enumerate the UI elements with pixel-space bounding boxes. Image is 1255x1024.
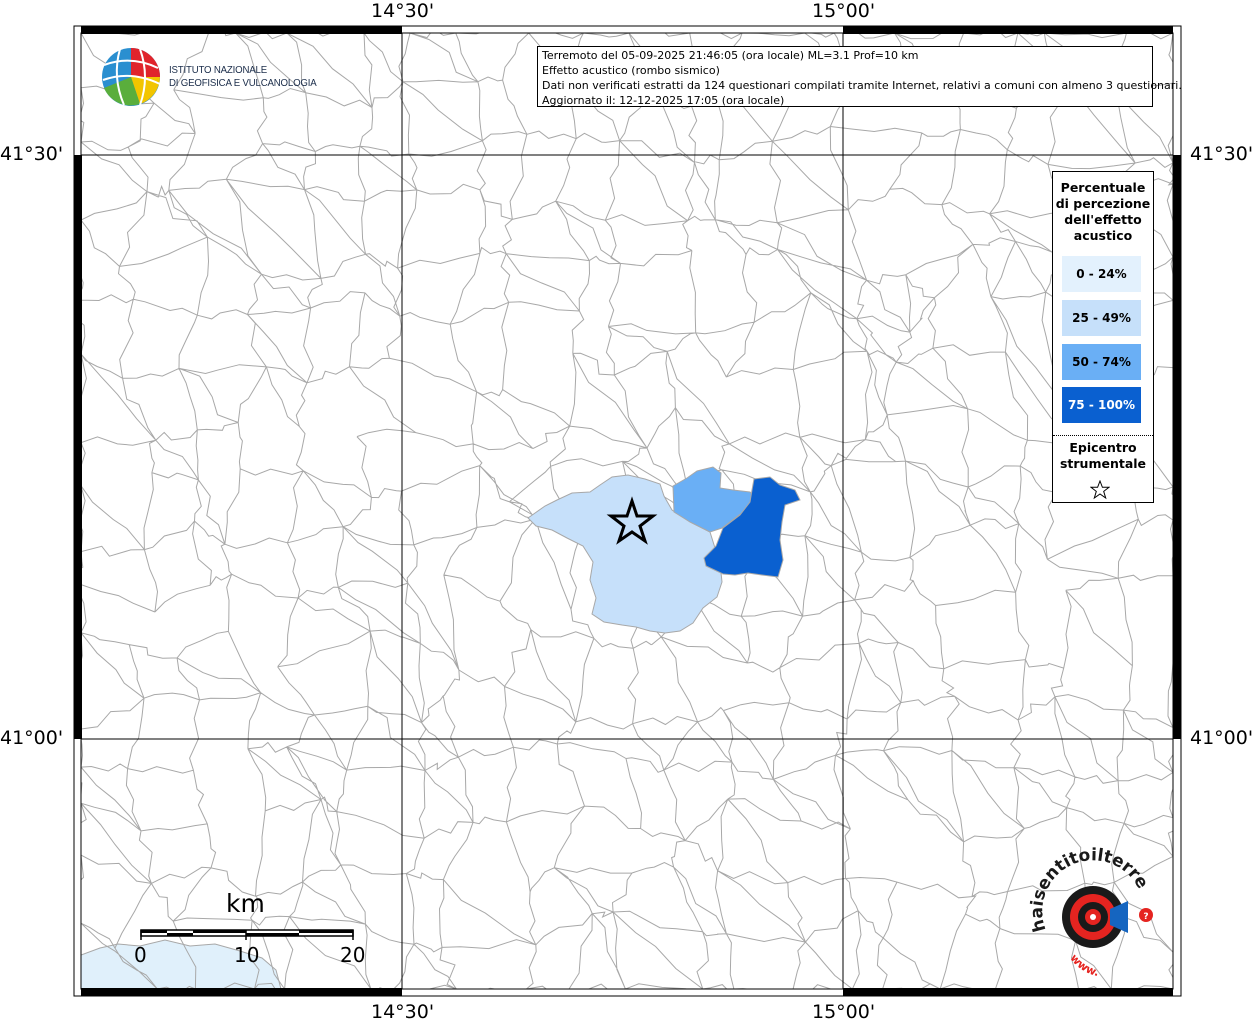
badge-prefix: www. — [1067, 951, 1100, 979]
badge-text: haisentitoilterremoto.it — [0, 0, 1152, 934]
badge-text-layer: haisentitoilterremoto.it www. — [0, 0, 1152, 979]
